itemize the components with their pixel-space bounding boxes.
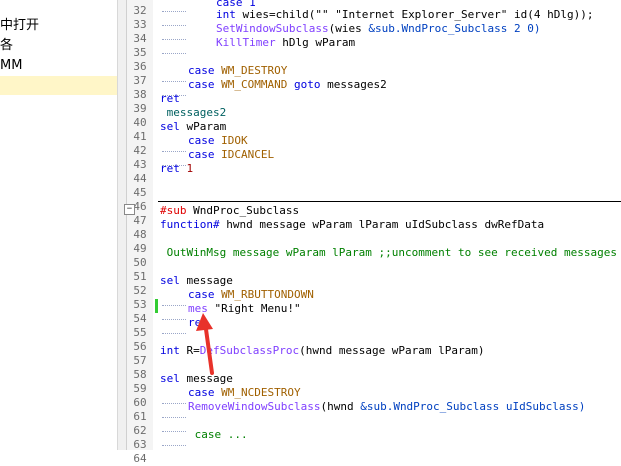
line-number: 55 [133,326,147,339]
line-number: 48 [133,228,147,241]
line-number: 39 [133,102,147,115]
file-tree-panel: 中打开 各 MM [0,0,118,450]
line-number: 64 [133,452,147,465]
code-line-42: case IDOK [188,134,248,147]
line-number: 51 [133,270,147,283]
code-line-34: SetWindowSubclass(wies &sub.WndProc_Subc… [216,22,541,35]
tree-item-selected[interactable] [0,76,117,95]
line-number: 49 [133,242,147,255]
line-number: 35 [133,46,147,59]
line-number: 62 [133,424,147,437]
code-line-40: messages2 [160,106,227,119]
code-editor[interactable]: case 1 int wies=child("" "Internet Explo… [158,0,621,450]
splitter-bar[interactable] [118,0,127,450]
code-line-53: case WM_RBUTTONDOWN [188,288,314,301]
line-number: 45 [133,186,147,199]
code-line-57: int R=DefSubclassProc(hwnd message wPara… [160,344,485,357]
code-line-35: KillTimer hDlg wParam [216,36,356,49]
code-line-44: ret 1 [160,162,194,175]
code-line-59: sel message [160,372,233,385]
tree-item[interactable]: 中打开 [0,16,39,35]
line-number: 41 [133,130,147,143]
code-line-41: sel wParam [160,120,227,133]
line-number: 32 [133,4,147,17]
line-number: 42 [133,144,147,157]
line-number: 52 [133,284,147,297]
fold-toggle-icon[interactable]: − [124,204,135,215]
code-line-55: ret [188,316,208,329]
line-number: 33 [133,18,147,31]
line-number: 38 [133,88,147,101]
line-number: 59 [133,382,147,395]
code-line-61: RemoveWindowSubclass(hwnd &sub.WndProc_S… [188,400,586,413]
code-line-38: case WM_COMMAND goto messages2 [188,78,387,91]
line-number: 56 [133,340,147,353]
code-line-60: case WM_NCDESTROY [188,386,301,399]
line-number: 50 [133,256,147,269]
code-line-37: case WM_DESTROY [188,64,288,77]
line-number: 34 [133,32,147,45]
code-line-39: ret [160,92,180,105]
line-number: 44 [133,172,147,185]
line-number-gutter: 32 33 34 35 36 37 38 39 40 41 42 43 44 45 46 47 48 49 50 51… [127,0,154,465]
code-line-63: case ... [188,428,248,441]
code-line-43: case IDCANCEL [188,148,275,161]
line-number: 40 [133,116,147,129]
code-line-33: int wies=child("" "Internet Explorer_Ser… [216,8,594,21]
line-number: 61 [133,410,147,423]
line-number: 58 [133,368,147,381]
line-number: 57 [133,354,147,367]
line-number: 43 [133,158,147,171]
tree-item[interactable]: 各 [0,36,13,55]
line-number: 54 [133,312,147,325]
line-number: 60 [133,396,147,409]
line-number: 36 [133,60,147,73]
line-number: 47 [133,214,147,227]
code-line-54: mes "Right Menu!" [188,302,301,315]
code-line-48: function# hwnd message wParam lParam uId… [160,218,545,231]
tree-item[interactable]: MM [0,56,22,75]
code-line-52: sel message [160,274,233,287]
line-number: 37 [133,74,147,87]
code-line-50: OutWinMsg message wParam lParam ;;uncomm… [160,246,617,259]
code-line-47: #sub WndProc_Subclass [160,204,300,217]
line-number: 53 [133,298,147,311]
